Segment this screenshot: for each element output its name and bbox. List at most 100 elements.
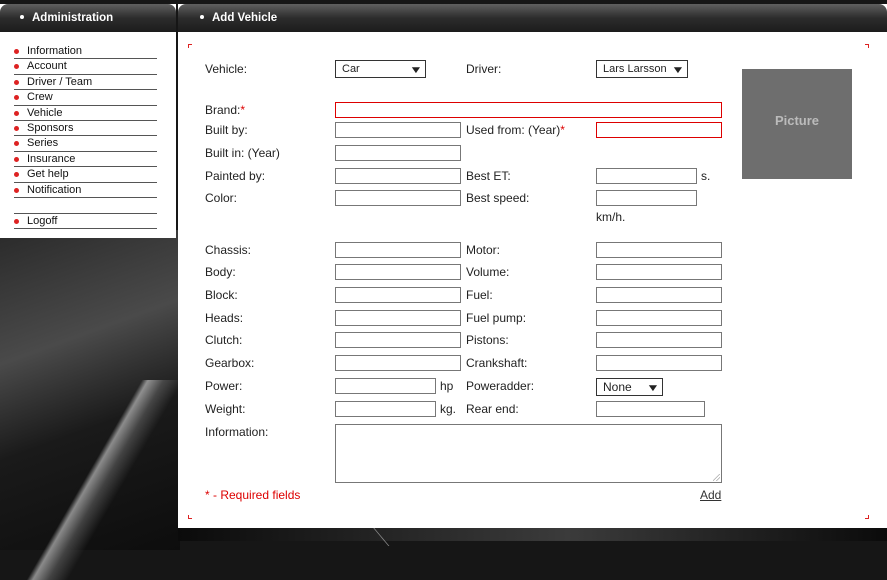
admin-header: Administration [0, 4, 176, 32]
menu-label: Vehicle [27, 106, 63, 119]
brand-label-text: Brand: [205, 103, 241, 117]
menu-item-get-help[interactable]: Get help [14, 167, 157, 183]
background-light-streak [0, 380, 200, 580]
used-from-label-text: Used from: (Year) [466, 123, 561, 137]
information-label: Information: [205, 425, 269, 439]
built-in-label: Built in: (Year) [205, 146, 280, 160]
painted-by-input[interactable] [335, 168, 461, 184]
admin-sidebar: Administration Information Account Drive… [0, 4, 176, 238]
body-input[interactable] [335, 264, 461, 280]
fuel-label: Fuel: [466, 288, 493, 302]
menu-item-notification[interactable]: Notification [14, 183, 157, 198]
weight-label: Weight: [205, 402, 246, 416]
bullet-icon [14, 125, 19, 131]
built-by-input[interactable] [335, 122, 461, 138]
bullet-icon [14, 218, 19, 224]
weight-unit: kg. [440, 402, 457, 416]
corner-mark [865, 515, 869, 519]
fuel-input[interactable] [596, 287, 722, 303]
best-speed-label: Best speed: [466, 191, 530, 205]
brand-label: Brand:* [205, 103, 245, 117]
menu-label: Driver / Team [27, 75, 93, 88]
motor-label: Motor: [466, 243, 501, 257]
brand-input[interactable] [335, 102, 722, 118]
menu-item-information[interactable]: Information [14, 44, 157, 60]
menu-label: Insurance [27, 152, 76, 165]
vehicle-picture[interactable]: Picture [742, 69, 852, 179]
used-from-input[interactable] [596, 122, 722, 138]
menu-divider [14, 198, 157, 214]
weight-input[interactable] [335, 401, 436, 417]
volume-input[interactable] [596, 264, 722, 280]
used-from-label: Used from: (Year)* [466, 123, 565, 137]
menu-label: Sponsors [27, 121, 74, 134]
chassis-input[interactable] [335, 242, 461, 258]
driver-select[interactable]: Lars Larsson ▼ [596, 60, 688, 78]
power-input[interactable] [335, 378, 436, 394]
best-et-input[interactable] [596, 168, 697, 184]
required-mark: * [240, 103, 246, 117]
menu-label: Account [27, 60, 67, 73]
gearbox-label: Gearbox: [205, 356, 255, 370]
menu-item-crew[interactable]: Crew [14, 90, 157, 106]
menu-item-insurance[interactable]: Insurance [14, 152, 157, 168]
bullet-icon [14, 156, 19, 162]
form-title: Add Vehicle [212, 12, 278, 24]
built-in-input[interactable] [335, 145, 461, 161]
resize-handle-icon[interactable] [713, 474, 720, 481]
form-header: Add Vehicle [178, 4, 887, 32]
bullet-icon [14, 64, 19, 70]
information-textarea[interactable] [335, 424, 722, 483]
best-speed-input[interactable] [596, 190, 697, 206]
background-bottom-strip [178, 528, 887, 541]
fuel-pump-input[interactable] [596, 310, 722, 326]
color-input[interactable] [335, 190, 461, 206]
clutch-input[interactable] [335, 332, 461, 348]
add-vehicle-panel: Add Vehicle Vehicle: Car ▼ Driver: Lars L… [178, 4, 887, 528]
fuel-pump-label: Fuel pump: [466, 311, 527, 325]
bullet-icon [14, 79, 19, 85]
vehicle-select[interactable]: Car ▼ [335, 60, 426, 78]
vehicle-label: Vehicle: [205, 62, 248, 76]
built-by-label: Built by: [205, 123, 248, 137]
rear-end-input[interactable] [596, 401, 705, 417]
poweradder-label: Poweradder: [466, 379, 535, 393]
poweradder-select-value: None [603, 380, 632, 394]
bullet-icon [14, 49, 19, 54]
volume-label: Volume: [466, 265, 510, 279]
bullet-icon [14, 110, 19, 116]
clutch-label: Clutch: [205, 333, 243, 347]
poweradder-select[interactable]: None ▼ [596, 378, 663, 396]
add-button[interactable]: Add [700, 488, 721, 502]
menu-item-series[interactable]: Series [14, 136, 157, 152]
menu-label: Logoff [27, 214, 58, 227]
best-et-label: Best ET: [466, 169, 511, 183]
header-dot-icon [20, 14, 24, 19]
bullet-icon [14, 95, 19, 101]
menu-item-driver-team[interactable]: Driver / Team [14, 75, 157, 91]
gearbox-input[interactable] [335, 355, 461, 371]
corner-mark [188, 515, 192, 519]
menu-item-vehicle[interactable]: Vehicle [14, 106, 157, 121]
heads-label: Heads: [205, 311, 244, 325]
block-label: Block: [205, 288, 238, 302]
chevron-down-icon: ▼ [646, 383, 660, 394]
menu-item-account[interactable]: Account [14, 59, 157, 75]
motor-input[interactable] [596, 242, 722, 258]
corner-mark [188, 44, 192, 48]
heads-input[interactable] [335, 310, 461, 326]
menu-item-sponsors[interactable]: Sponsors [14, 121, 157, 137]
driver-label: Driver: [466, 62, 502, 76]
pistons-input[interactable] [596, 332, 722, 348]
chevron-down-icon: ▼ [409, 65, 423, 76]
admin-menu: Information Account Driver / Team Crew V… [14, 44, 157, 230]
block-input[interactable] [335, 287, 461, 303]
menu-label: Series [27, 137, 59, 150]
required-mark: * [560, 123, 565, 137]
bullet-icon [14, 187, 19, 193]
menu-item-logoff[interactable]: Logoff [14, 214, 157, 230]
corner-mark [865, 44, 869, 48]
crankshaft-input[interactable] [596, 355, 722, 371]
driver-select-value: Lars Larsson [603, 63, 667, 75]
menu-label: Information [27, 45, 83, 57]
